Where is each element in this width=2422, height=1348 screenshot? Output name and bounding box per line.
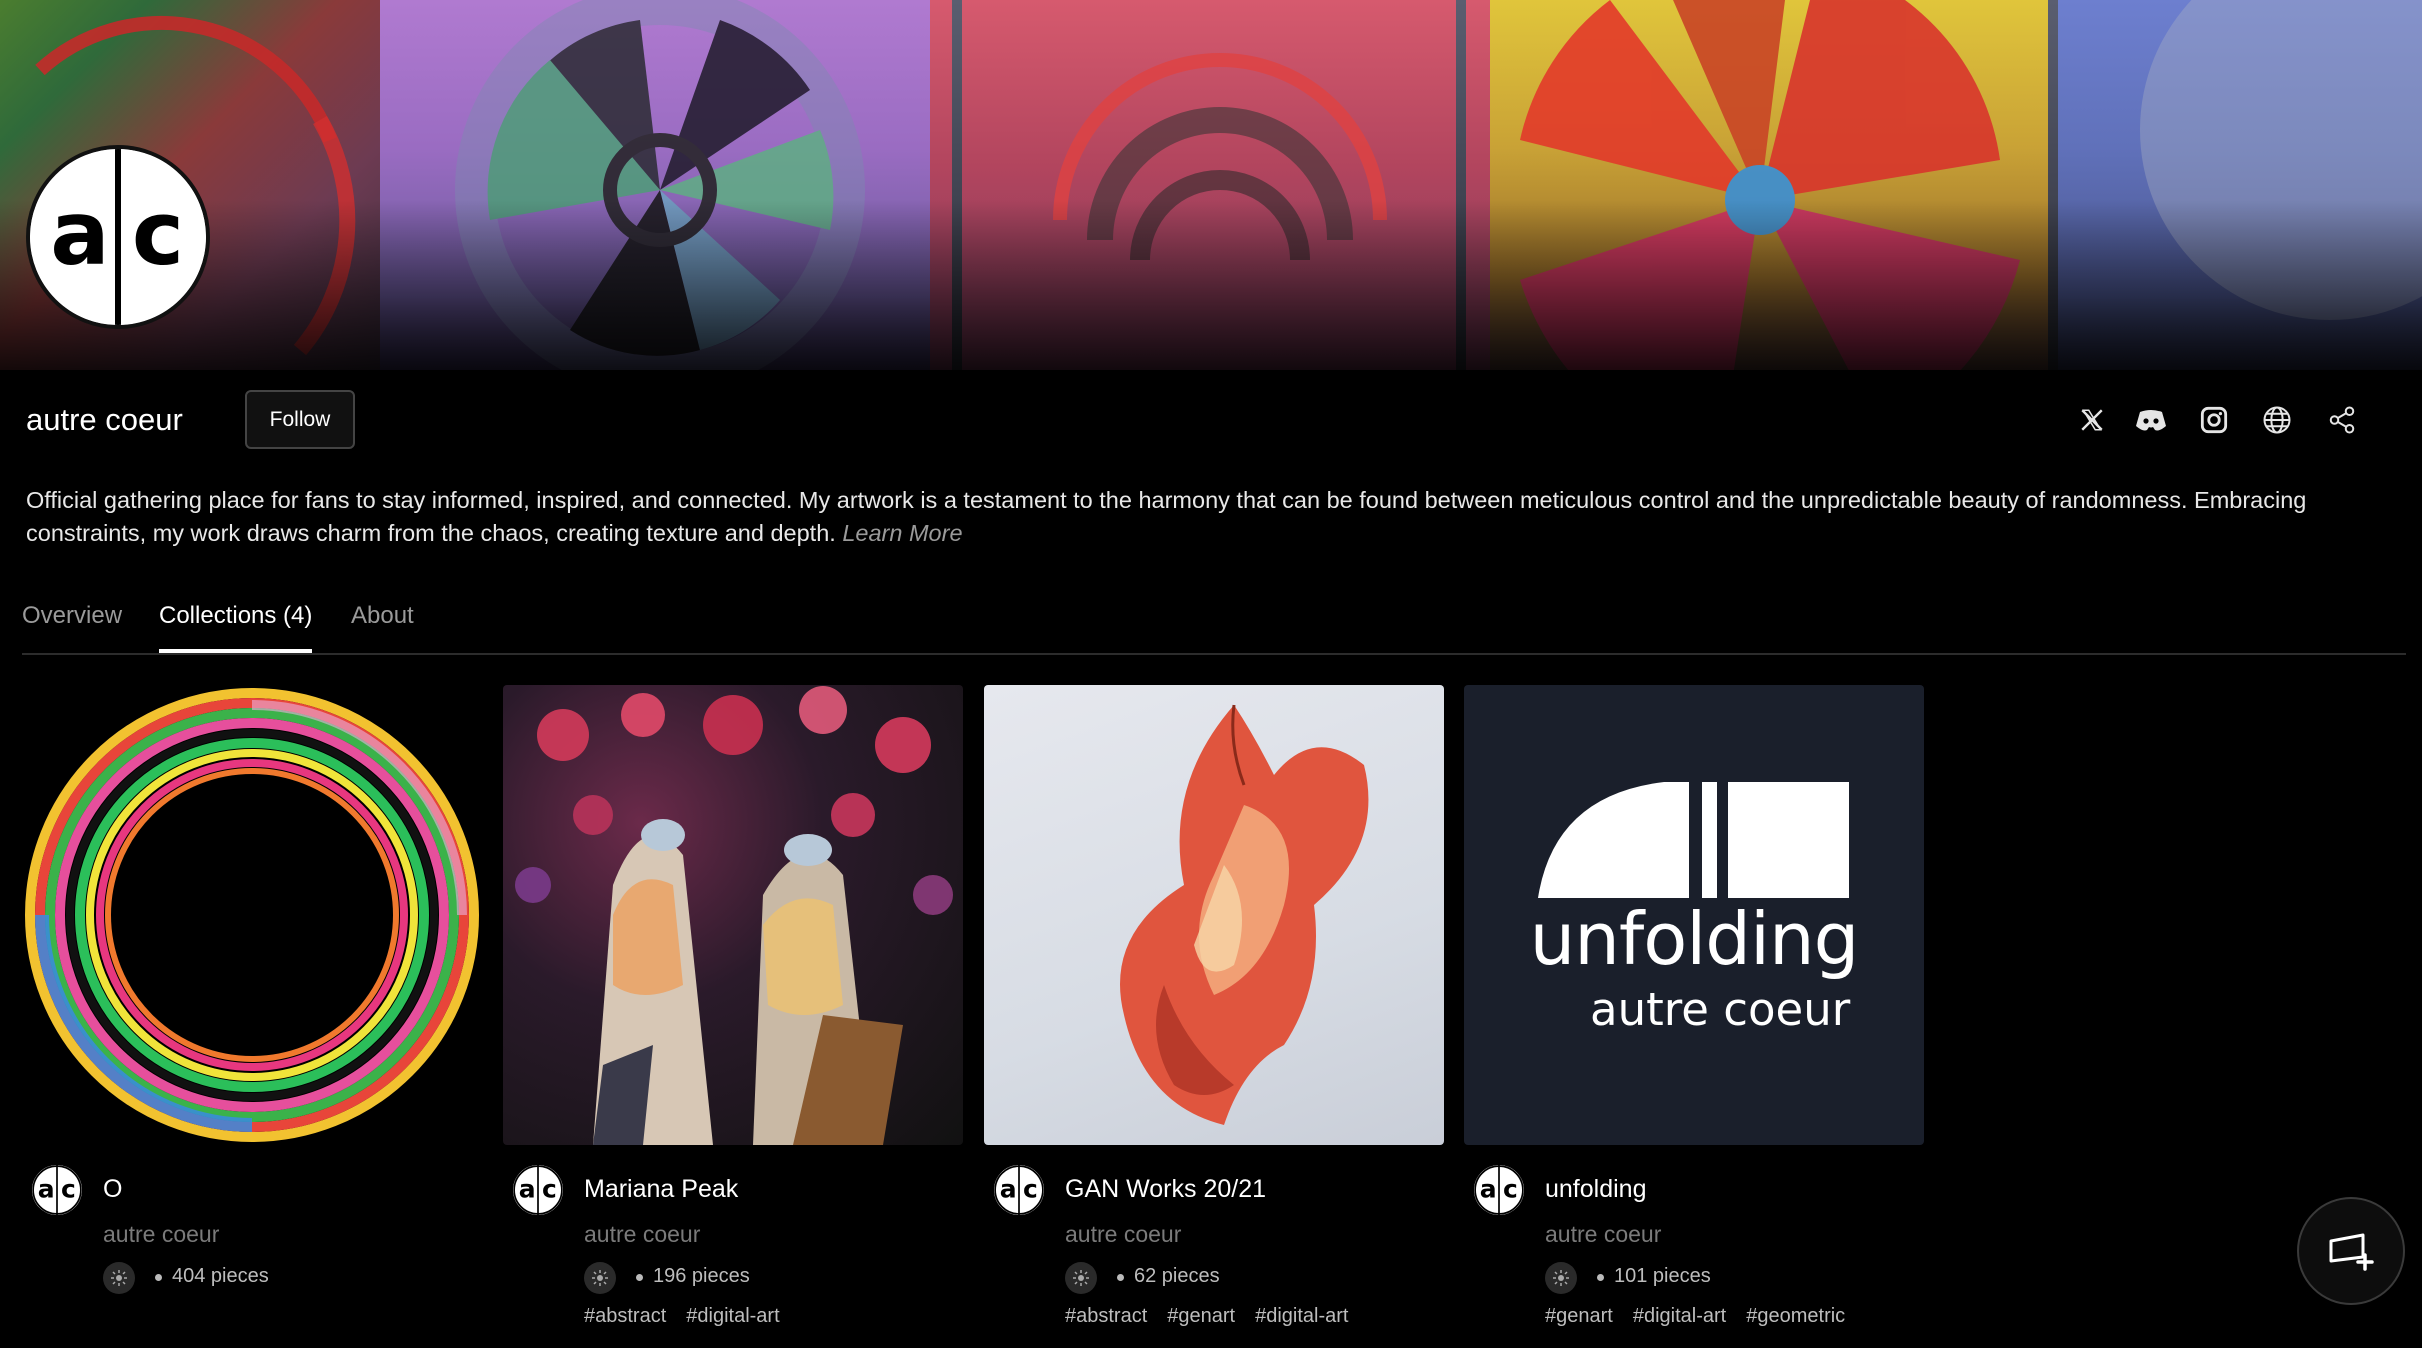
screen-add-icon <box>2329 1233 2374 1271</box>
svg-text:a: a <box>519 1175 536 1204</box>
piece-count: 101 pieces <box>1614 1265 1711 1287</box>
unfolding-cover-subtitle: autre coeur <box>1590 983 1851 1036</box>
collection-author[interactable]: autre coeur <box>103 1221 219 1248</box>
collection-creator-avatar[interactable]: ac <box>513 1165 563 1215</box>
svg-text:a: a <box>1000 1175 1017 1204</box>
piece-count: 404 pieces <box>172 1265 269 1287</box>
learn-more-link[interactable]: Learn More <box>842 520 962 546</box>
piece-count: 196 pieces <box>653 1265 750 1287</box>
svg-text:a: a <box>1480 1175 1497 1204</box>
collection-card[interactable]: ac O autre coeur 404 pieces <box>22 685 482 1345</box>
collection-tags: #abstract #digital-art <box>584 1305 800 1328</box>
collection-author[interactable]: autre coeur <box>1065 1221 1181 1248</box>
collection-thumbnail[interactable] <box>503 685 963 1145</box>
chain-icon <box>1545 1262 1577 1294</box>
svg-text:c: c <box>132 182 184 285</box>
chain-icon <box>584 1262 616 1294</box>
svg-text:c: c <box>1023 1175 1038 1204</box>
tag[interactable]: #digital-art <box>686 1305 779 1327</box>
profile-name: autre coeur <box>26 402 183 437</box>
tag[interactable]: #digital-art <box>1633 1305 1726 1327</box>
tag[interactable]: #digital-art <box>1255 1305 1348 1327</box>
collection-card[interactable]: ac GAN Works 20/21 autre coeur 62 pieces… <box>984 685 1444 1345</box>
svg-text:c: c <box>542 1175 557 1204</box>
collection-creator-avatar[interactable]: ac <box>994 1165 1044 1215</box>
svg-text:a: a <box>38 1175 55 1204</box>
collection-author[interactable]: autre coeur <box>1545 1221 1661 1248</box>
collection-title[interactable]: unfolding <box>1545 1175 1646 1204</box>
collection-tags: #genart #digital-art #geometric <box>1545 1305 1865 1328</box>
share-icon[interactable] <box>2322 400 2362 440</box>
collection-card[interactable]: ac Mariana Peak autre coeur 196 pieces #… <box>503 685 963 1345</box>
piece-count: 62 pieces <box>1134 1265 1220 1287</box>
collection-thumbnail[interactable] <box>984 685 1444 1145</box>
collection-creator-avatar[interactable]: ac <box>1474 1165 1524 1215</box>
collection-thumbnail[interactable] <box>22 685 482 1145</box>
tag[interactable]: #geometric <box>1746 1305 1845 1327</box>
instagram-icon[interactable] <box>2194 400 2234 440</box>
discord-icon[interactable] <box>2131 400 2171 440</box>
tag[interactable]: #abstract <box>1065 1305 1147 1327</box>
svg-text:c: c <box>61 1175 76 1204</box>
tag[interactable]: #genart <box>1545 1305 1613 1327</box>
collection-author[interactable]: autre coeur <box>584 1221 700 1248</box>
profile-banner <box>0 0 2422 370</box>
collection-title[interactable]: GAN Works 20/21 <box>1065 1175 1266 1204</box>
globe-icon[interactable] <box>2257 400 2297 440</box>
collection-creator-avatar[interactable]: ac <box>32 1165 82 1215</box>
chain-icon <box>103 1262 135 1294</box>
autre-coeur-logo-icon: a c <box>30 149 206 325</box>
profile-avatar: a c <box>26 145 210 329</box>
ring-artwork <box>25 688 479 1142</box>
collection-card[interactable]: unfolding autre coeur ac unfolding autre… <box>1464 685 1924 1345</box>
follow-button[interactable]: Follow <box>245 390 355 449</box>
tab-collections[interactable]: Collections (4) <box>159 602 312 630</box>
bio-text: Official gathering place for fans to sta… <box>26 487 2307 546</box>
chain-icon <box>1065 1262 1097 1294</box>
collection-title[interactable]: O <box>103 1175 122 1204</box>
add-to-screen-button[interactable] <box>2297 1197 2405 1305</box>
tab-overview[interactable]: Overview <box>22 602 122 630</box>
collection-tags: #abstract #genart #digital-art <box>1065 1305 1369 1328</box>
tabs-divider <box>22 653 2406 655</box>
mariana-peak-artwork <box>515 686 953 1145</box>
svg-text:a: a <box>50 182 109 285</box>
gan-works-artwork <box>1120 704 1369 1125</box>
profile-bio: Official gathering place for fans to sta… <box>26 484 2386 550</box>
collection-thumbnail[interactable]: unfolding autre coeur <box>1464 685 1924 1145</box>
x-icon[interactable] <box>2072 400 2112 440</box>
tab-about[interactable]: About <box>351 602 414 630</box>
tag[interactable]: #abstract <box>584 1305 666 1327</box>
tag[interactable]: #genart <box>1167 1305 1235 1327</box>
collection-title[interactable]: Mariana Peak <box>584 1175 738 1204</box>
unfolding-cover-title: unfolding <box>1529 897 1860 981</box>
svg-text:c: c <box>1503 1175 1518 1204</box>
